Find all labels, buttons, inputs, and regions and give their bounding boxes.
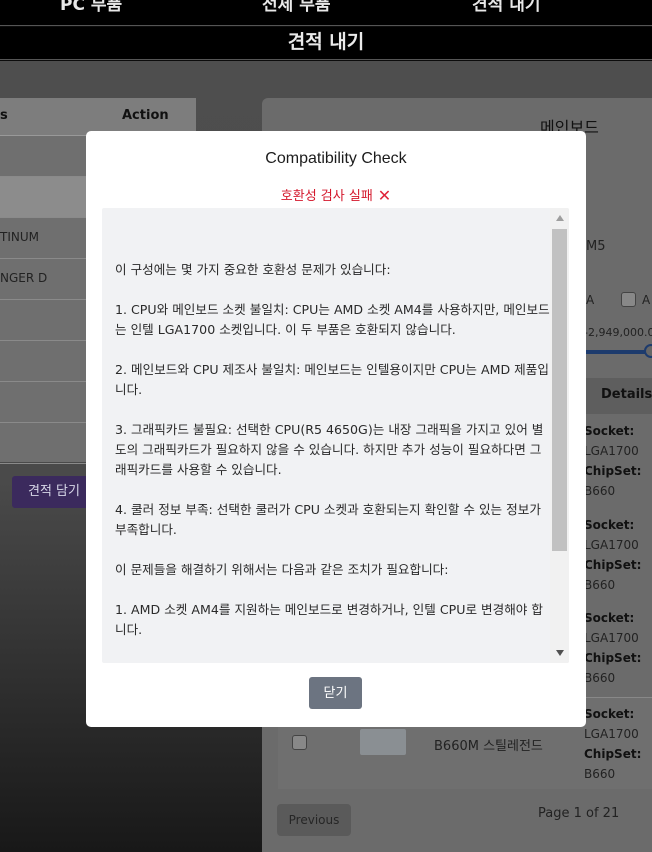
spec-value: B660: [584, 484, 616, 498]
spec-label: ChipSet:: [584, 651, 642, 665]
add-to-estimate-button[interactable]: 견적 담기: [12, 476, 96, 508]
row-select-checkbox[interactable]: [292, 735, 307, 750]
spec-cell: Socket: LGA1700 ChipSet: B660: [584, 515, 641, 595]
spec-value: LGA1700: [584, 631, 639, 645]
nav-item-all-parts[interactable]: 전체 부품: [262, 0, 330, 15]
compatibility-check-modal: Compatibility Check 호환성 검사 실패 ✕ 이 구성에는 몇 …: [86, 131, 586, 727]
filter-checkbox[interactable]: [621, 292, 636, 307]
page-header: 견적 내기: [0, 27, 652, 60]
row-label: TINUM: [0, 230, 39, 244]
result-message-box[interactable]: 이 구성에는 몇 가지 중요한 호환성 문제가 있습니다: 1. CPU와 메인…: [102, 208, 569, 663]
spec-label: ChipSet:: [584, 464, 642, 478]
compatibility-status: 호환성 검사 실패 ✕: [86, 185, 586, 205]
spec-cell: Socket: LGA1700 ChipSet: B660: [584, 421, 641, 501]
socket-filter-value[interactable]: M5: [586, 239, 606, 254]
message-paragraph: 1. AMD 소켓 AM4를 지원하는 메인보드로 변경하거나, 인텔 CPU로…: [115, 602, 543, 637]
column-header-action: Action: [122, 108, 169, 123]
status-text: 호환성 검사 실패: [280, 189, 373, 204]
message-paragraph: 1. CPU와 메인보드 소켓 불일치: CPU는 AMD 소켓 AM4를 사용…: [115, 302, 550, 337]
scroll-up-arrow-icon[interactable]: [556, 215, 564, 221]
pagination-info: Page 1 of 21: [538, 806, 620, 821]
product-thumbnail: [360, 729, 406, 755]
scroll-down-arrow-icon[interactable]: [556, 650, 564, 656]
filter-option-label[interactable]: A: [642, 293, 650, 307]
spec-cell: Socket: LGA1700 ChipSet: B660: [584, 608, 641, 688]
price-slider-track[interactable]: [586, 350, 652, 354]
close-button[interactable]: 닫기: [309, 677, 362, 709]
spec-label: Socket:: [584, 707, 635, 721]
spec-value: B660: [584, 671, 616, 685]
spec-value: LGA1700: [584, 538, 639, 552]
spec-label: Socket:: [584, 611, 635, 625]
nav-item-pc-parts[interactable]: PC 부품: [60, 0, 122, 15]
top-navigation: PC 부품 전체 부품 견적 내기: [0, 0, 652, 26]
modal-title: Compatibility Check: [265, 150, 407, 167]
message-paragraph: 이 문제들을 해결하기 위해서는 다음과 같은 조치가 필요합니다:: [115, 562, 449, 577]
filter-option-label[interactable]: A: [586, 293, 594, 307]
spec-label: ChipSet:: [584, 747, 642, 761]
price-range-label: -2,949,000.0: [584, 326, 652, 339]
spec-label: Socket:: [584, 518, 635, 532]
spec-value: B660: [584, 578, 616, 592]
column-header: s: [0, 108, 8, 123]
cross-mark-icon: ✕: [377, 186, 392, 205]
message-paragraph: 이 구성에는 몇 가지 중요한 호환성 문제가 있습니다:: [115, 262, 391, 277]
spec-label: Socket:: [584, 424, 635, 438]
product-name[interactable]: B660M 스틸레전드: [434, 735, 543, 754]
message-paragraph: 3. 그래픽카드 불필요: 선택한 CPU(R5 4650G)는 내장 그래픽을…: [115, 422, 544, 477]
spec-label: ChipSet:: [584, 558, 642, 572]
spec-value: B660: [584, 767, 616, 781]
message-scrollbar[interactable]: [550, 208, 569, 663]
price-slider-handle[interactable]: [644, 344, 652, 358]
previous-page-button[interactable]: Previous: [277, 804, 351, 836]
spec-value: LGA1700: [584, 727, 639, 741]
spec-cell: Socket: LGA1700 ChipSet: B660: [584, 704, 641, 784]
scrollbar-thumb[interactable]: [552, 229, 567, 551]
spec-value: LGA1700: [584, 444, 639, 458]
result-message: 이 구성에는 몇 가지 중요한 호환성 문제가 있습니다: 1. CPU와 메인…: [115, 260, 551, 660]
details-column-header: Details: [576, 378, 652, 414]
message-paragraph: 4. 쿨러 정보 부족: 선택한 쿨러가 CPU 소켓과 호환되는지 확인할 수…: [115, 502, 541, 537]
row-label: NGER D: [0, 271, 48, 285]
page-title: 견적 내기: [287, 31, 365, 53]
nav-item-estimate[interactable]: 견적 내기: [472, 0, 540, 15]
details-header-label: Details: [601, 387, 652, 402]
message-paragraph: 2. 메인보드와 CPU 제조사 불일치: 메인보드는 인텔용이지만 CPU는 …: [115, 362, 549, 397]
